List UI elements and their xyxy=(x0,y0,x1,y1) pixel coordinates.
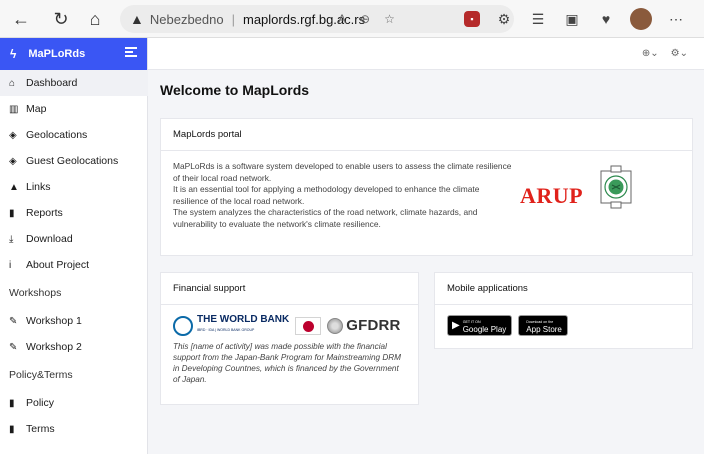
divider: | xyxy=(231,11,235,27)
sidebar-item-label: Dashboard xyxy=(26,77,78,89)
map-icon: ▥ xyxy=(9,103,19,115)
home-icon: ⌂ xyxy=(9,77,16,89)
extensions-icon[interactable]: ⚙ xyxy=(494,9,514,29)
sidebar-item-label: Policy xyxy=(26,397,55,409)
play-icon: ▶ xyxy=(452,320,460,331)
sidebar-item-label: About Project xyxy=(26,259,90,271)
sidebar-item-label: Workshop 2 xyxy=(26,341,82,353)
sidebar-item-label: Links xyxy=(26,181,51,193)
file-icon: ▮ xyxy=(9,207,15,219)
star-icon[interactable]: ☆ xyxy=(384,12,395,26)
browser-toolbar: ← ↻ ⌂ ▲ Nebezbedno | maplords.rgf.bg.ac.… xyxy=(0,0,704,38)
world-bank-sub: IBRD · IDA | WORLD BANK GROUP xyxy=(197,328,255,333)
back-arrow-icon[interactable]: ← xyxy=(10,8,32,30)
card-header: MapLords portal xyxy=(161,119,692,151)
sidebar-section-policy: Policy&Terms xyxy=(9,369,73,381)
sponsor-logos: THE WORLD BANK IBRD · IDA | WORLD BANK G… xyxy=(173,315,406,337)
page-title: Welcome to MapLords xyxy=(160,82,310,98)
zoom-icon[interactable]: ⊖ xyxy=(360,12,370,26)
portal-paragraph: It is an essential tool for applying a m… xyxy=(173,184,480,206)
app-store-button[interactable]: Download on the App Store xyxy=(518,315,568,336)
world-bank-logo: THE WORLD BANK IBRD · IDA | WORLD BANK G… xyxy=(173,315,289,337)
sidebar: ϟ MaPLoRds ⌂ Dashboard ▥ Map ◈ Geolocati… xyxy=(0,38,148,454)
sidebar-item-guest-geolocations[interactable]: ◈ Guest Geolocations xyxy=(0,148,148,174)
sidebar-nav: ⌂ Dashboard ▥ Map ◈ Geolocations ◈ Guest… xyxy=(0,70,148,442)
layers-icon: ◈ xyxy=(9,155,17,167)
card-header: Financial support xyxy=(161,273,418,305)
info-icon: i xyxy=(9,259,12,271)
financial-support-card: Financial support THE WORLD BANK IBRD · … xyxy=(160,272,419,405)
collections-icon[interactable]: ▣ xyxy=(562,9,582,29)
portal-paragraph: MaPLoRds is a software system developed … xyxy=(173,161,512,183)
sidebar-item-label: Download xyxy=(26,233,73,245)
gfdrr-text: GFDRR xyxy=(346,317,401,335)
google-play-button[interactable]: ▶ GET IT ON Google Play xyxy=(447,315,513,336)
sidebar-item-label: Geolocations xyxy=(26,129,88,141)
warning-icon: ▲ xyxy=(130,11,144,27)
sidebar-item-about-project[interactable]: i About Project xyxy=(0,252,148,278)
sidebar-item-reports[interactable]: ▮ Reports xyxy=(0,200,148,226)
sidebar-item-terms[interactable]: ▮ Terms xyxy=(0,416,148,442)
japan-flag-icon xyxy=(295,317,322,335)
sidebar-item-map[interactable]: ▥ Map xyxy=(0,96,148,122)
sidebar-item-label: Guest Geolocations xyxy=(26,155,119,167)
file-icon: ▮ xyxy=(9,397,15,409)
home-icon[interactable]: ⌂ xyxy=(84,8,106,30)
gfdrr-logo: GFDRR xyxy=(327,318,400,334)
edit-icon: ✎ xyxy=(9,341,18,353)
address-bar[interactable]: ▲ Nebezbedno | maplords.rgf.bg.ac.rs xyxy=(120,5,514,33)
main-content: ⊕⌄ ⚙⌄ Welcome to MapLords MapLords porta… xyxy=(148,38,704,454)
settings-icon[interactable]: ⚙⌄ xyxy=(671,48,688,59)
shield-icon[interactable]: ♥ xyxy=(596,9,616,29)
top-navbar: ⊕⌄ ⚙⌄ xyxy=(148,38,704,70)
card-header: Mobile applications xyxy=(435,273,692,305)
sidebar-item-geolocations[interactable]: ◈ Geolocations xyxy=(0,122,148,148)
sidebar-item-download[interactable]: ⤓ Download xyxy=(0,226,148,252)
avatar[interactable] xyxy=(630,8,652,30)
brand-bar: ϟ MaPLoRds xyxy=(0,38,147,70)
more-icon[interactable]: ⋯ xyxy=(666,9,686,29)
sidebar-item-policy[interactable]: ▮ Policy xyxy=(0,390,148,416)
file-icon: ▮ xyxy=(9,423,15,435)
portal-paragraph: The system analyzes the characteristics … xyxy=(173,207,478,229)
read-aloud-icon[interactable]: A xyxy=(338,12,346,26)
globe-icon xyxy=(173,316,193,336)
edit-icon: ✎ xyxy=(9,315,18,327)
brand-name[interactable]: MaPLoRds xyxy=(28,48,85,60)
app-store-label: App Store xyxy=(526,324,562,334)
google-play-label: Google Play xyxy=(462,324,507,334)
mobile-apps-card: Mobile applications ▶ GET IT ON Google P… xyxy=(434,272,693,349)
gfdrr-emblem-icon xyxy=(327,318,344,334)
road-icon: ▲ xyxy=(9,181,19,193)
bolt-icon: ϟ xyxy=(10,47,17,61)
portal-description: MaPLoRds is a software system developed … xyxy=(173,161,513,230)
world-bank-name: THE WORLD BANK xyxy=(197,314,290,326)
language-icon[interactable]: ⊕⌄ xyxy=(642,48,659,59)
financial-support-text: This [name of activity] was made possibl… xyxy=(173,342,401,384)
sidebar-item-label: Terms xyxy=(26,423,55,435)
sidebar-section-workshops: Workshops xyxy=(9,287,62,299)
security-label: Nebezbedno xyxy=(149,11,224,27)
download-icon: ⤓ xyxy=(9,233,14,245)
sidebar-item-dashboard[interactable]: ⌂ Dashboard xyxy=(0,70,148,96)
menu-toggle-icon[interactable] xyxy=(125,47,137,57)
sidebar-item-label: Map xyxy=(26,103,47,115)
extension-badge-icon[interactable]: ▪ xyxy=(464,11,480,27)
sidebar-item-label: Reports xyxy=(26,207,63,219)
sidebar-item-workshop-2[interactable]: ✎ Workshop 2 xyxy=(0,334,148,360)
university-seal-icon xyxy=(600,165,632,209)
portal-card: MapLords portal MaPLoRds is a software s… xyxy=(160,118,693,256)
refresh-icon[interactable]: ↻ xyxy=(50,8,72,30)
favorites-icon[interactable]: ☰ xyxy=(528,9,548,29)
layers-icon: ◈ xyxy=(9,129,17,141)
sidebar-item-workshop-1[interactable]: ✎ Workshop 1 xyxy=(0,308,148,334)
sidebar-item-label: Workshop 1 xyxy=(26,315,82,327)
sidebar-item-links[interactable]: ▲ Links xyxy=(0,174,148,200)
arup-logo: ARUP xyxy=(520,183,584,208)
